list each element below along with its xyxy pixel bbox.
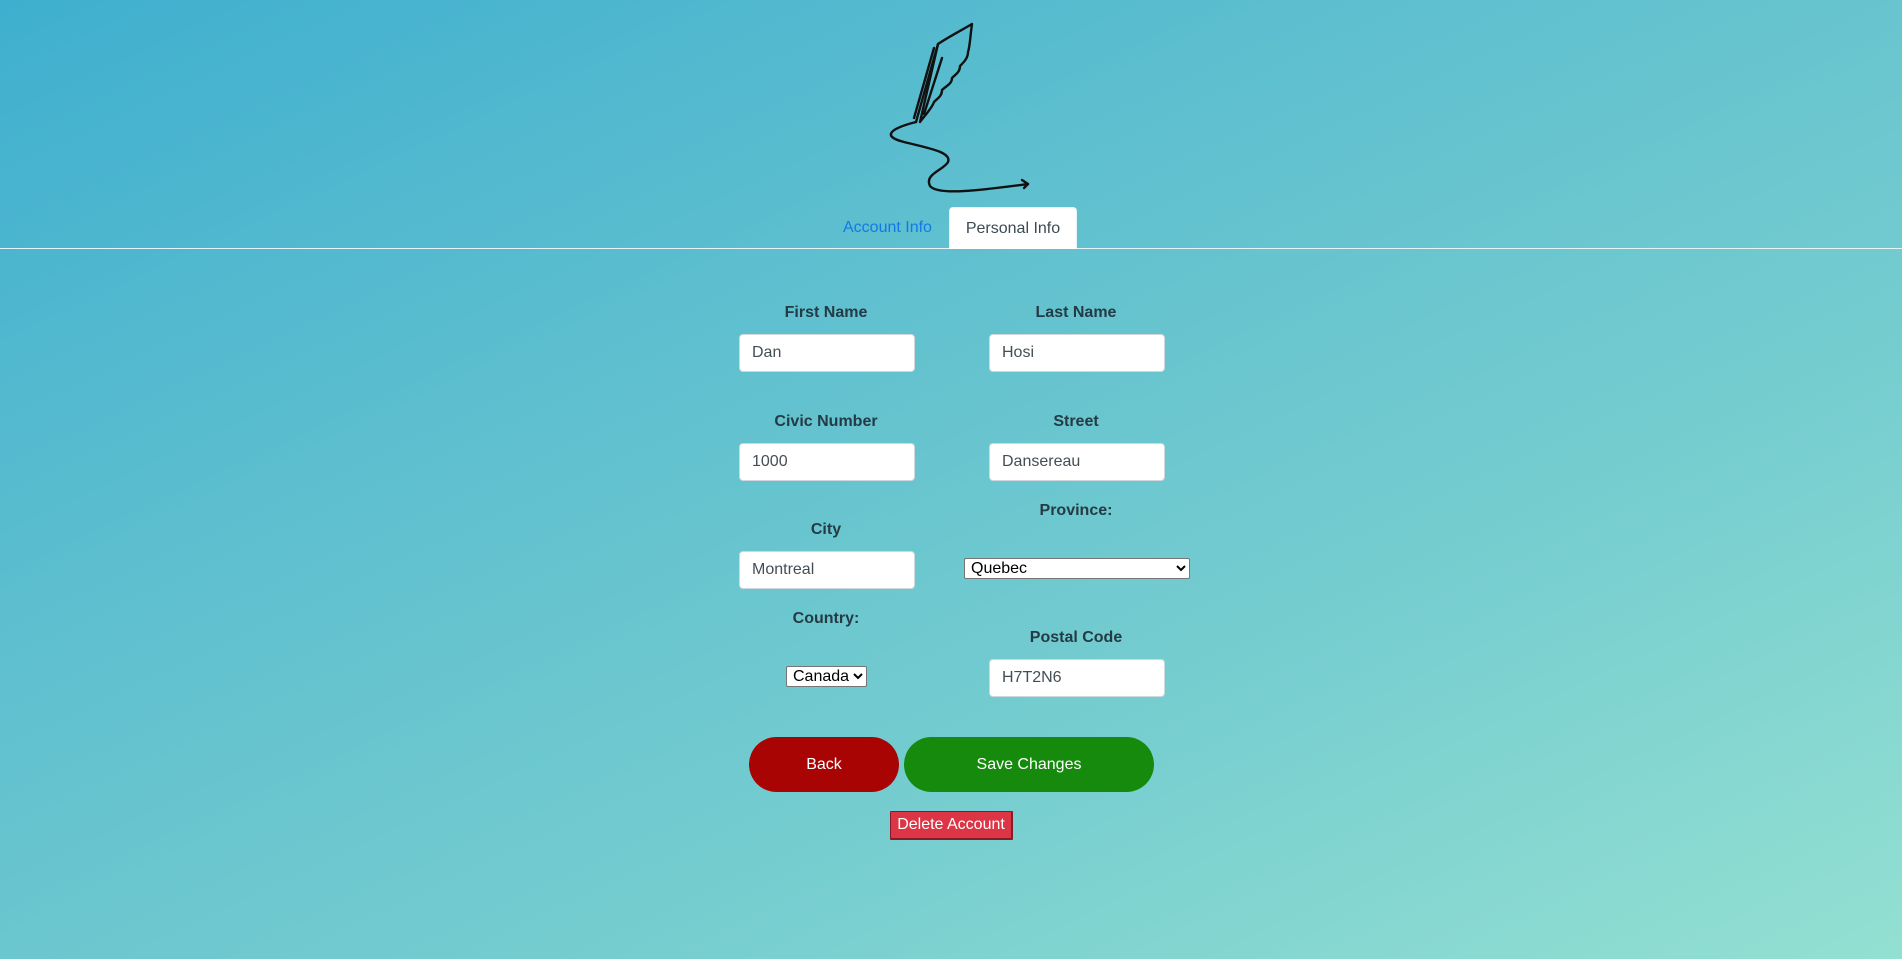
city-label: City [810, 521, 842, 538]
postal-code-field[interactable] [989, 659, 1165, 697]
last-name-label: Last Name [1035, 304, 1117, 321]
back-button[interactable]: Back [749, 737, 899, 792]
civic-number-label: Civic Number [774, 413, 878, 430]
postal-code-label: Postal Code [1029, 629, 1123, 646]
province-label: Province: [1039, 502, 1113, 519]
save-changes-button[interactable]: Save Changes [904, 737, 1154, 792]
tab-account-info[interactable]: Account Info [826, 207, 949, 248]
country-select[interactable]: Canada [786, 666, 867, 687]
quill-pen-icon [889, 22, 1030, 193]
tab-personal-info[interactable]: Personal Info [949, 207, 1077, 249]
country-label: Country: [792, 610, 860, 627]
city-field[interactable] [739, 551, 915, 589]
street-field[interactable] [989, 443, 1165, 481]
tab-bar: Account Info Personal Info [0, 207, 1902, 249]
street-label: Street [1053, 413, 1099, 430]
last-name-field[interactable] [989, 334, 1165, 372]
first-name-label: First Name [784, 304, 868, 321]
delete-account-button[interactable]: Delete Account [890, 811, 1013, 840]
province-select[interactable]: Quebec [964, 558, 1190, 579]
first-name-field[interactable] [739, 334, 915, 372]
civic-number-field[interactable] [739, 443, 915, 481]
